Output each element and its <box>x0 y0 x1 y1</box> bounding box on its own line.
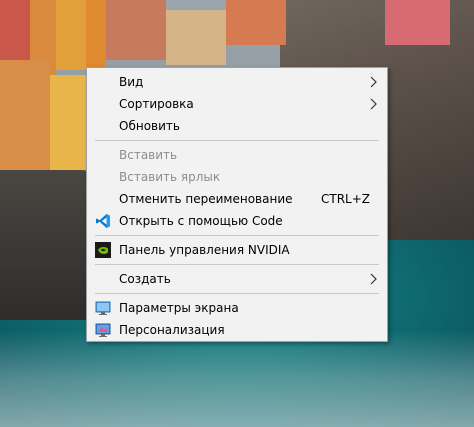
menu-item-label: Отменить переименование <box>119 192 293 206</box>
menu-item-label: Панель управления NVIDIA <box>119 243 290 257</box>
wallpaper-house <box>0 60 50 170</box>
submenu-arrow-icon <box>370 98 377 110</box>
wallpaper-foam <box>0 330 474 427</box>
wallpaper-house <box>0 0 30 60</box>
personalization-icon <box>95 323 111 337</box>
display-settings-icon <box>95 301 111 315</box>
wallpaper-house <box>86 0 106 67</box>
submenu-arrow-icon <box>370 76 377 88</box>
vscode-icon <box>96 214 110 228</box>
menu-item-open-with-code[interactable]: Открыть с помощью Code <box>87 210 387 232</box>
wallpaper-house <box>385 0 450 45</box>
menu-item-paste-shortcut: Вставить ярлык <box>87 166 387 188</box>
menu-item-label: Обновить <box>119 119 180 133</box>
menu-item-label: Вставить <box>119 148 178 162</box>
menu-item-nvidia-control-panel[interactable]: Панель управления NVIDIA <box>87 239 387 261</box>
wallpaper-house <box>50 75 86 170</box>
nvidia-icon <box>95 242 111 258</box>
menu-item-view[interactable]: Вид <box>87 71 387 93</box>
menu-item-refresh[interactable]: Обновить <box>87 115 387 137</box>
menu-separator <box>95 264 379 265</box>
menu-item-label: Создать <box>119 272 171 286</box>
menu-item-display-settings[interactable]: Параметры экрана <box>87 297 387 319</box>
menu-item-new[interactable]: Создать <box>87 268 387 290</box>
menu-item-undo-rename[interactable]: Отменить переименование CTRL+Z <box>87 188 387 210</box>
wallpaper-house <box>226 0 286 45</box>
menu-item-label: Параметры экрана <box>119 301 239 315</box>
menu-item-label: Сортировка <box>119 97 194 111</box>
menu-item-shortcut: CTRL+Z <box>320 192 370 206</box>
menu-item-label: Вид <box>119 75 144 89</box>
menu-item-label: Вставить ярлык <box>119 170 221 184</box>
wallpaper-house <box>106 0 166 60</box>
desktop-background[interactable]: Вид Сортировка Обновить Вставить Вставит… <box>0 0 474 427</box>
desktop-context-menu: Вид Сортировка Обновить Вставить Вставит… <box>86 67 388 342</box>
wallpaper-house <box>166 10 226 65</box>
menu-separator <box>95 293 379 294</box>
menu-item-label: Персонализация <box>119 323 225 337</box>
menu-separator <box>95 140 379 141</box>
menu-item-sort[interactable]: Сортировка <box>87 93 387 115</box>
menu-item-paste: Вставить <box>87 144 387 166</box>
submenu-arrow-icon <box>370 273 377 285</box>
wallpaper-house <box>56 0 86 70</box>
menu-item-personalization[interactable]: Персонализация <box>87 319 387 341</box>
menu-item-label: Открыть с помощью Code <box>119 214 283 228</box>
menu-separator <box>95 235 379 236</box>
